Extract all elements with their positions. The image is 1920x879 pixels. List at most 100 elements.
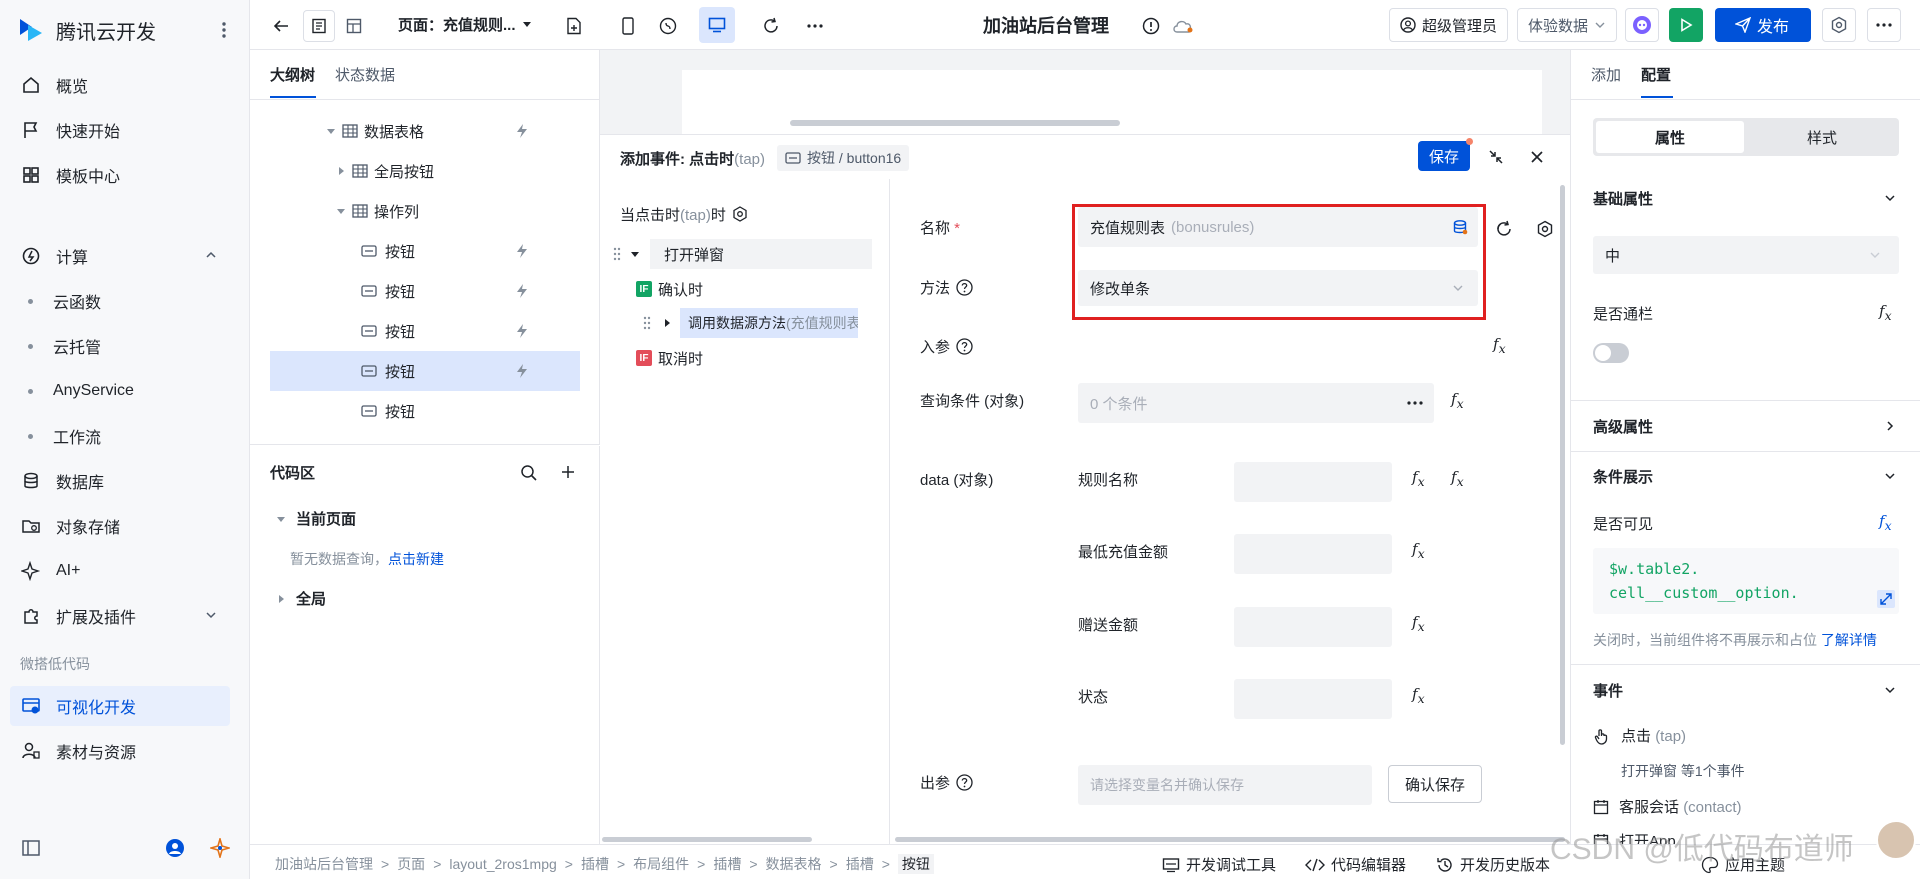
caret-down-icon[interactable] <box>630 249 640 259</box>
close-icon[interactable] <box>1530 150 1544 164</box>
breadcrumb-item[interactable]: 插槽 <box>713 854 741 874</box>
fx-icon-active[interactable]: fx <box>1879 512 1892 533</box>
more-menu-button[interactable] <box>1867 8 1901 42</box>
chevron-down-icon[interactable] <box>1883 683 1897 697</box>
nav-item-ai[interactable]: AI+ <box>10 551 230 591</box>
mobile-view-button[interactable] <box>612 10 644 42</box>
breadcrumb-item[interactable]: 插槽 <box>581 854 609 874</box>
page-list-button[interactable] <box>303 10 335 42</box>
flow-h-scrollbar[interactable] <box>602 837 812 842</box>
fx-icon[interactable]: fx <box>1451 468 1464 489</box>
collapse-sidebar-icon[interactable] <box>22 840 40 856</box>
min-amount-input[interactable] <box>1234 534 1392 574</box>
nav-item-anyservice[interactable]: AnyService <box>10 371 230 411</box>
tree-node-button-2[interactable]: 按钮 <box>270 271 580 311</box>
help-circle-icon[interactable] <box>956 279 973 296</box>
breadcrumb-item[interactable]: 页面 <box>397 854 425 874</box>
tree-node-button-3[interactable]: 按钮 <box>270 311 580 351</box>
seg-attributes[interactable]: 属性 <box>1596 121 1744 153</box>
tab-outline-tree[interactable]: 大纲树 <box>270 64 315 85</box>
lightning-icon[interactable] <box>515 363 529 379</box>
back-button[interactable] <box>265 10 297 42</box>
admin-role-selector[interactable]: 超级管理员 <box>1389 8 1509 42</box>
publish-button[interactable]: 发布 <box>1715 8 1811 42</box>
refresh-button[interactable] <box>755 10 787 42</box>
help-circle-icon[interactable] <box>956 774 973 791</box>
collapse-icon[interactable] <box>1488 149 1504 165</box>
canvas-scrollbar[interactable] <box>790 120 1120 126</box>
action-open-modal[interactable]: 打开弹窗 <box>612 239 878 269</box>
fx-icon[interactable]: fx <box>1451 390 1464 411</box>
nav-item-cloud-hosting[interactable]: 云托管 <box>10 326 230 366</box>
refresh-icon[interactable] <box>1495 220 1513 238</box>
confirm-save-button[interactable]: 确认保存 <box>1388 765 1482 803</box>
nav-item-extensions[interactable]: 扩展及插件 <box>10 596 230 636</box>
branch-on-confirm[interactable]: IF 确认时 <box>636 274 703 304</box>
chevron-down-icon[interactable] <box>1883 191 1897 205</box>
tab-state-data[interactable]: 状态数据 <box>335 64 395 85</box>
help-circle-icon[interactable] <box>956 338 973 355</box>
lightning-icon[interactable] <box>515 123 529 139</box>
code-editor-button[interactable]: 代码编辑器 <box>1305 854 1406 875</box>
visible-expression[interactable]: $w.table2. cell__custom__option. <box>1593 548 1899 614</box>
nav-item-quickstart[interactable]: 快速开始 <box>10 110 230 150</box>
nav-item-templates[interactable]: 模板中心 <box>10 155 230 195</box>
output-variable-input[interactable]: 请选择变量名并确认保存 <box>1078 765 1372 805</box>
drag-handle-icon[interactable] <box>642 315 652 331</box>
event-tap[interactable]: 点击 (tap) <box>1593 725 1686 746</box>
event-tap-desc[interactable]: 打开弹窗 等1个事件 <box>1621 761 1745 781</box>
nav-item-database[interactable]: 数据库 <box>10 461 230 501</box>
tree-global[interactable]: 全局 <box>276 588 326 609</box>
tree-node-data-table[interactable]: 数据表格 <box>270 111 580 151</box>
page-selector[interactable]: 页面：充值规则... <box>398 14 532 35</box>
block-toggle[interactable] <box>1593 343 1629 363</box>
status-input[interactable] <box>1234 679 1392 719</box>
data-env-selector[interactable]: 体验数据 <box>1517 8 1618 42</box>
event-contact[interactable]: 客服会话 (contact) <box>1593 796 1742 817</box>
tab-config[interactable]: 配置 <box>1641 64 1671 85</box>
gear-icon[interactable] <box>1536 220 1554 238</box>
nav-item-assets[interactable]: 素材与资源 <box>10 731 230 771</box>
plus-icon[interactable] <box>560 464 576 480</box>
fx-icon[interactable]: fx <box>1412 685 1425 706</box>
app-info-button[interactable] <box>1135 10 1167 42</box>
chevron-right-icon[interactable] <box>1883 419 1897 433</box>
tab-add[interactable]: 添加 <box>1591 64 1621 85</box>
pc-view-button[interactable] <box>699 7 735 43</box>
settings-button[interactable] <box>1822 8 1856 42</box>
more-vertical-icon[interactable] <box>214 18 234 42</box>
breadcrumb-item[interactable]: 布局组件 <box>633 854 689 874</box>
preview-button[interactable] <box>1669 8 1703 42</box>
add-page-button[interactable] <box>558 10 590 42</box>
user-avatar-icon[interactable] <box>166 839 184 857</box>
branch-on-cancel[interactable]: IF 取消时 <box>636 343 703 373</box>
fx-icon[interactable]: fx <box>1412 540 1425 561</box>
lightning-icon[interactable] <box>515 283 529 299</box>
tree-node-button-5[interactable]: 按钮 <box>270 391 580 431</box>
nav-item-compute[interactable]: 计算 <box>10 236 230 276</box>
create-query-link[interactable]: 点击新建 <box>388 551 444 567</box>
caret-right-icon[interactable] <box>662 318 672 328</box>
seg-style[interactable]: 样式 <box>1748 121 1896 153</box>
breadcrumb-item[interactable]: layout_2ros1mpg <box>449 856 556 872</box>
tree-node-global-buttons[interactable]: 全局按钮 <box>270 151 580 191</box>
dev-tools-button[interactable]: 开发调试工具 <box>1162 854 1276 875</box>
lightning-icon[interactable] <box>515 243 529 259</box>
tree-node-button-1[interactable]: 按钮 <box>270 231 580 271</box>
gear-icon[interactable] <box>732 206 748 222</box>
breadcrumb-item[interactable]: 插槽 <box>846 854 874 874</box>
form-h-scrollbar[interactable] <box>895 837 1565 842</box>
ai-assistant-button[interactable] <box>1625 8 1659 42</box>
fx-icon[interactable]: fx <box>1879 302 1892 323</box>
miniprogram-view-button[interactable] <box>652 10 684 42</box>
rule-name-input[interactable] <box>1234 462 1392 502</box>
advanced-attrs-header[interactable]: 高级属性 <box>1593 416 1653 437</box>
nav-item-storage[interactable]: 对象存储 <box>10 506 230 546</box>
nav-item-workflow[interactable]: 工作流 <box>10 416 230 456</box>
search-icon[interactable] <box>520 464 538 482</box>
events-header[interactable]: 事件 <box>1593 680 1623 701</box>
learn-more-link[interactable]: 了解详情 <box>1821 632 1877 648</box>
fx-icon[interactable]: fx <box>1412 468 1425 489</box>
breadcrumb-item-current[interactable]: 按钮 <box>897 854 934 874</box>
action-call-datasource[interactable]: 调用数据源方法 (充值规则表) <box>642 308 890 338</box>
